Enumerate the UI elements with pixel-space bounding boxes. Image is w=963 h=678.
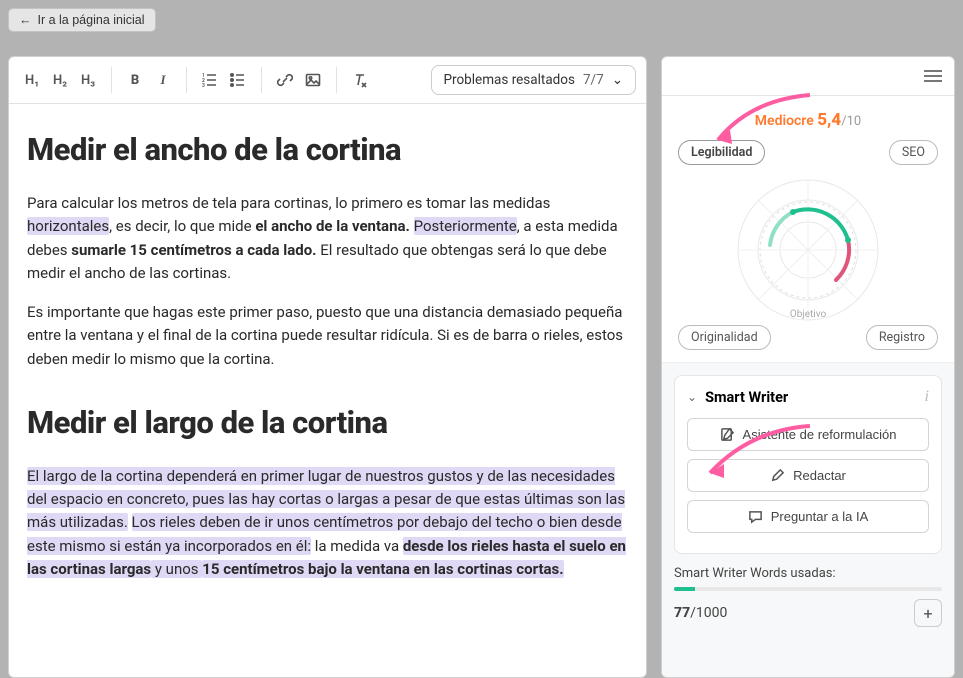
usage-block: Smart Writer Words usadas: 77/1000 + [674, 566, 942, 627]
button-label: Preguntar a la IA [771, 509, 869, 524]
highlight: Posteriormente [414, 217, 517, 235]
link-button[interactable] [272, 67, 298, 93]
objetivo-label: Objetivo [790, 309, 826, 320]
editor-content[interactable]: Medir el ancho de la cortina Para calcul… [9, 104, 646, 613]
usage-label: Smart Writer Words usadas: [674, 566, 942, 581]
score-max: /10 [841, 114, 861, 129]
text: la medida va [311, 537, 403, 555]
text [128, 513, 132, 531]
svg-text:3: 3 [202, 83, 205, 88]
editor-panel: H₁ H₂ H₃ B I 123 [8, 56, 647, 678]
editor-toolbar: H₁ H₂ H₃ B I 123 [9, 57, 646, 104]
pill-legibilidad[interactable]: Legibilidad [678, 140, 765, 165]
usage-used: 77 [674, 605, 690, 621]
paragraph: El largo de la cortina dependerá en prim… [27, 465, 628, 581]
bold-text: el ancho de la ventana. [255, 217, 410, 235]
text: Para calcular los metros de tela para co… [27, 194, 550, 212]
problems-count: 7/7 [583, 72, 604, 88]
arrow-left-icon: ← [19, 13, 32, 27]
paragraph: Para calcular los metros de tela para co… [27, 192, 628, 285]
side-panel: Mediocre 5,4/10 Legibilidad SEO Original… [661, 56, 955, 678]
back-label: Ir a la página inicial [38, 13, 145, 27]
clear-format-button[interactable] [347, 67, 373, 93]
score-line: Mediocre 5,4/10 [674, 110, 942, 130]
h2-button[interactable]: H₂ [47, 67, 73, 93]
italic-button[interactable]: I [150, 67, 176, 93]
add-words-button[interactable]: + [914, 599, 942, 627]
redactar-button[interactable]: Redactar [687, 459, 929, 492]
usage-total: /1000 [690, 605, 727, 621]
bold-button[interactable]: B [122, 67, 148, 93]
smart-writer-title: Smart Writer [705, 389, 916, 406]
insert-group [272, 67, 337, 93]
heading-group: H₁ H₂ H₃ [19, 67, 112, 93]
chat-icon [748, 509, 763, 524]
ask-ai-button[interactable]: Preguntar a la IA [687, 500, 929, 533]
back-to-home-button[interactable]: ← Ir a la página inicial [8, 8, 156, 32]
smart-writer-card: ⌄ Smart Writer i Asistente de reformulac… [674, 375, 942, 554]
problems-dropdown[interactable]: Problemas resaltados 7/7 ⌄ [431, 65, 636, 95]
button-label: Asistente de reformulación [743, 427, 897, 442]
button-label: Redactar [793, 468, 846, 483]
text: y unos [151, 560, 202, 578]
text: , es decir, lo que mide [109, 217, 255, 235]
paragraph: Es importante que hagas este primer paso… [27, 301, 628, 371]
list-group: 123 [197, 67, 262, 93]
score-label: Mediocre [755, 113, 814, 129]
usage-bar [674, 587, 942, 591]
problems-label: Problemas resaltados [444, 72, 575, 88]
image-button[interactable] [300, 67, 326, 93]
score-value-num: 5,4 [817, 110, 841, 130]
radar-svg [728, 170, 888, 330]
main-layout: H₁ H₂ H₃ B I 123 [8, 56, 955, 678]
chevron-down-icon: ⌄ [612, 72, 623, 88]
usage-fill [674, 587, 695, 591]
heading-2: Medir el largo de la cortina [27, 399, 628, 447]
highlight: horizontales [27, 217, 109, 235]
smart-writer-header: ⌄ Smart Writer i [687, 388, 929, 406]
chevron-down-icon[interactable]: ⌄ [687, 390, 697, 404]
h1-button[interactable]: H₁ [19, 67, 45, 93]
score-card: Mediocre 5,4/10 Legibilidad SEO Original… [662, 96, 954, 363]
heading-1: Medir el ancho de la cortina [27, 126, 628, 174]
usage-row: 77/1000 + [674, 599, 942, 627]
pencil-icon [770, 468, 785, 483]
side-header [662, 57, 954, 96]
usage-text: 77/1000 [674, 605, 727, 621]
h3-button[interactable]: H₃ [75, 67, 101, 93]
menu-icon[interactable] [924, 67, 942, 85]
ordered-list-button[interactable]: 123 [197, 67, 223, 93]
bold-text: sumarle 15 centímetros a cada lado. [71, 241, 316, 259]
format-group: B I [122, 67, 187, 93]
side-scroll: Mediocre 5,4/10 Legibilidad SEO Original… [662, 96, 954, 677]
pill-seo[interactable]: SEO [889, 140, 938, 165]
reformulation-button[interactable]: Asistente de reformulación [687, 418, 929, 451]
clear-group [347, 67, 383, 93]
edit-icon [720, 427, 735, 442]
radar-chart: Legibilidad SEO Originalidad Registro [674, 140, 942, 350]
bold-highlight: 15 centímetros bajo la ventana en las co… [202, 560, 563, 578]
unordered-list-button[interactable] [225, 67, 251, 93]
info-icon[interactable]: i [925, 388, 929, 406]
